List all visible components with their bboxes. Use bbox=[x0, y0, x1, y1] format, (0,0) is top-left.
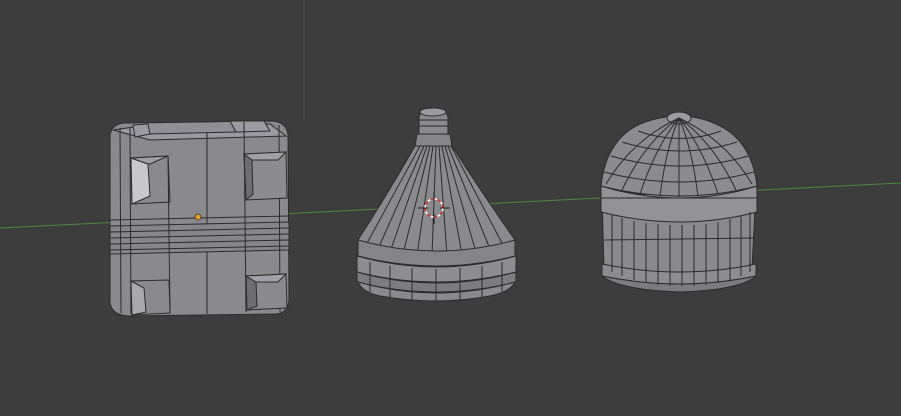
dome-object[interactable] bbox=[600, 111, 758, 293]
object-origin-dot[interactable] bbox=[194, 213, 202, 221]
viewport-canvas[interactable] bbox=[0, 0, 901, 416]
3d-viewport[interactable] bbox=[0, 0, 901, 416]
